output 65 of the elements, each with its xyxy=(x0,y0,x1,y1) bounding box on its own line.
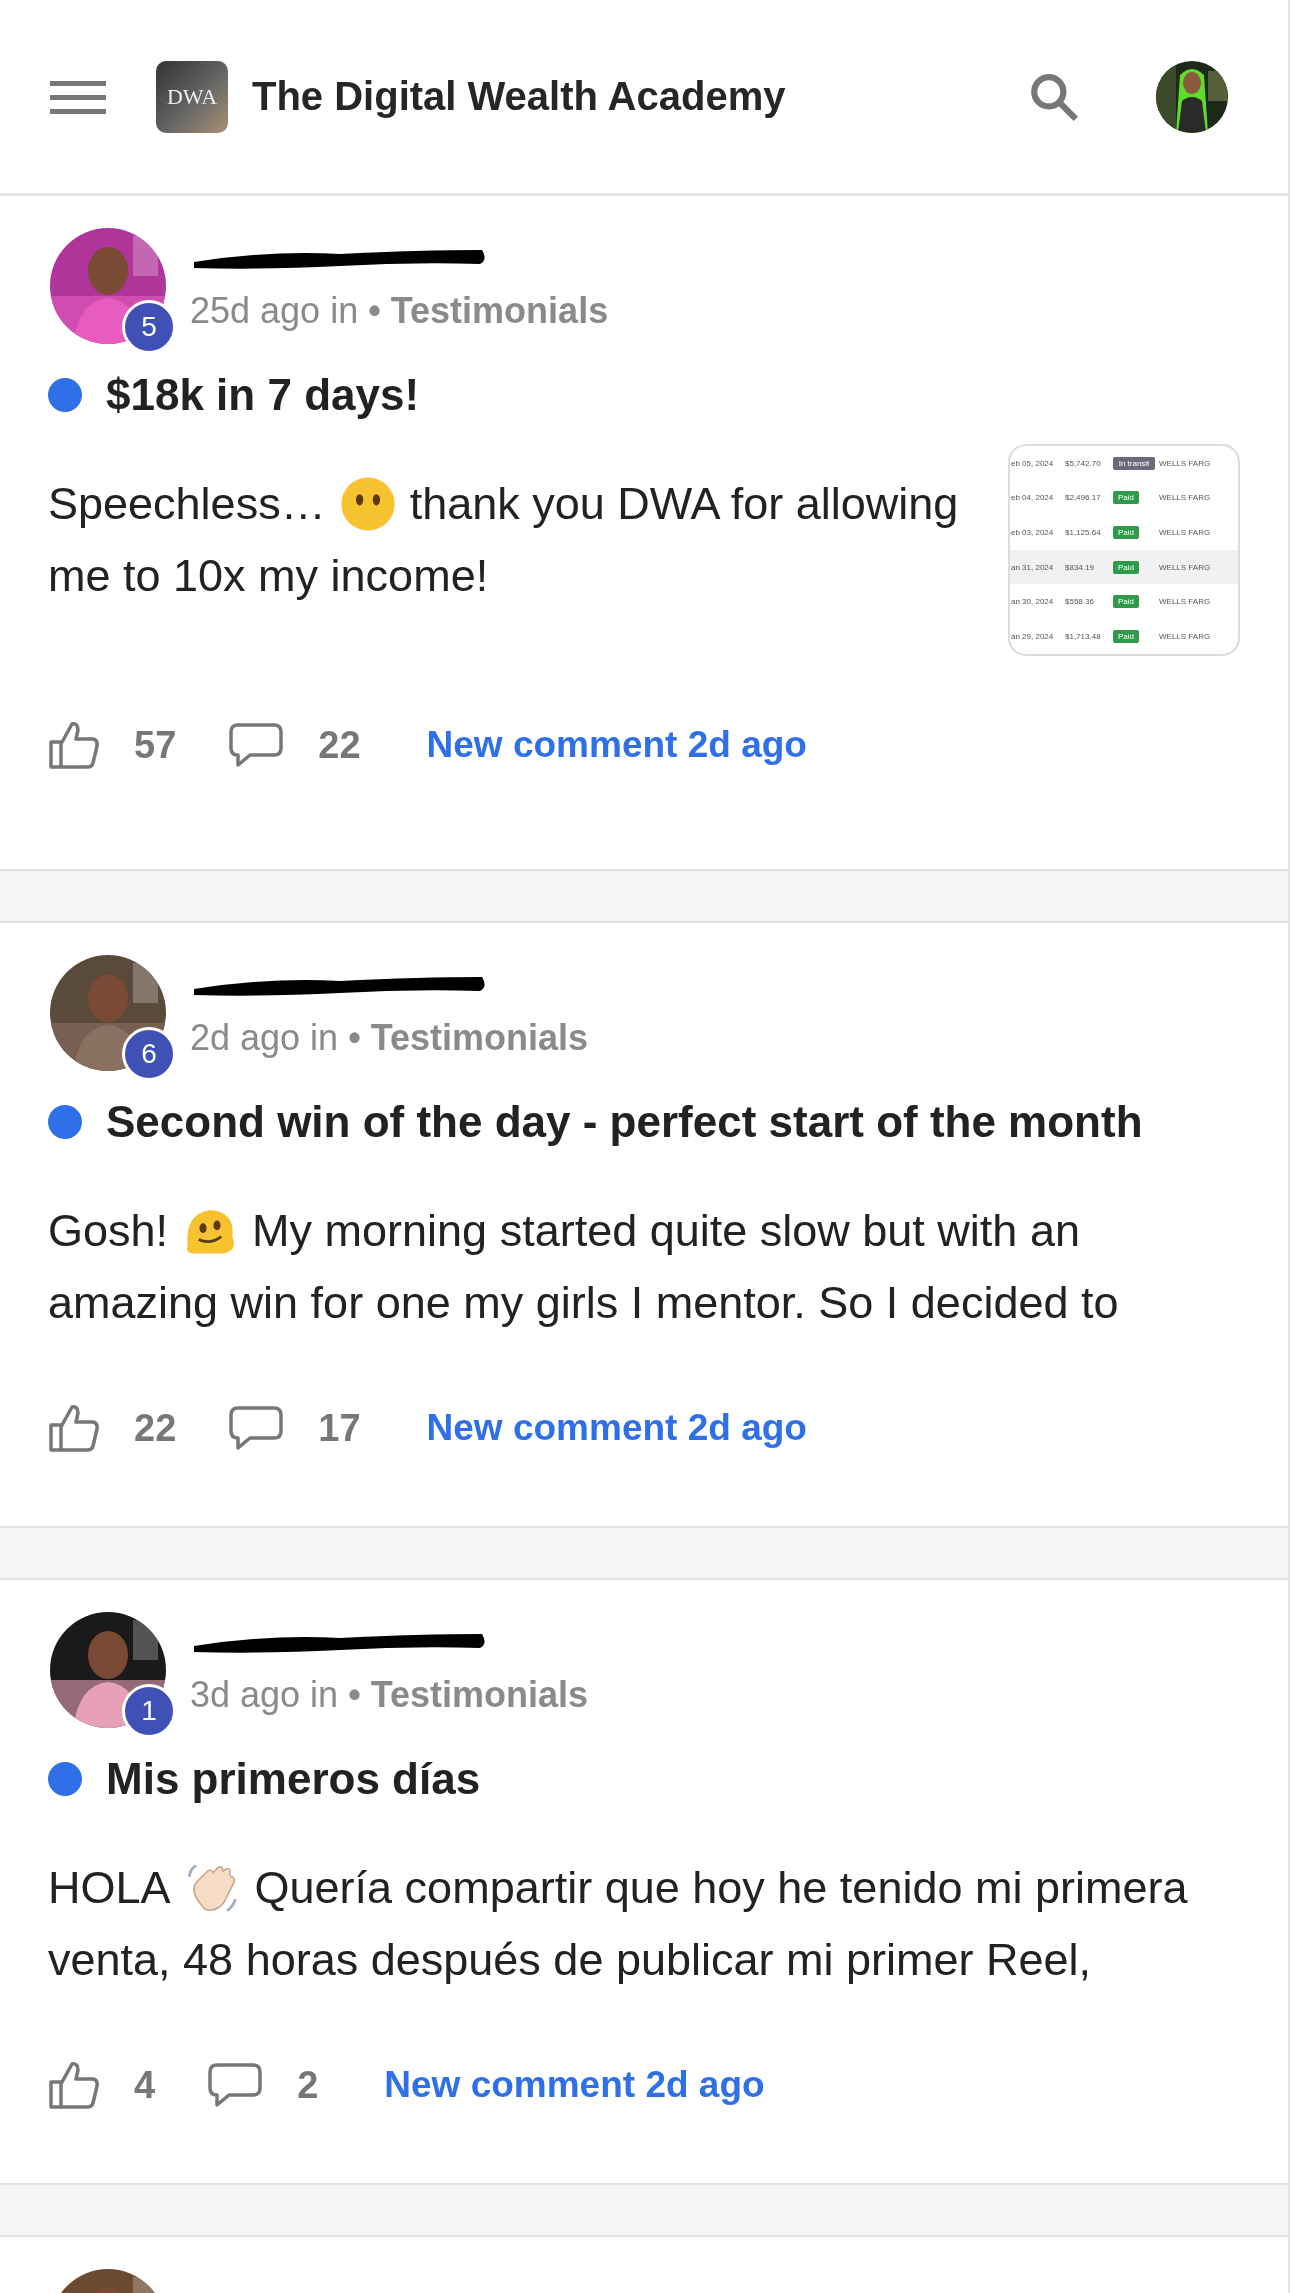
table-cell: WELLS FARG xyxy=(1159,528,1211,538)
like-count: 4 xyxy=(134,2063,156,2107)
like-count: 22 xyxy=(134,1406,177,1450)
thumbnail[interactable] xyxy=(1008,444,1240,656)
level-badge: 6 xyxy=(122,1027,176,1081)
comment-icon[interactable] xyxy=(228,722,285,768)
table-cell-text: eb 03, 2024 xyxy=(1011,528,1055,538)
level-badge: 1 xyxy=(122,1684,176,1738)
table-cell: WELLS FARG xyxy=(1159,632,1211,642)
table-cell-text: $5,742.70 xyxy=(1065,458,1102,468)
status-badge: Paid xyxy=(1113,595,1139,609)
comment-count: 22 xyxy=(318,723,361,767)
comment-icon[interactable] xyxy=(207,2062,264,2108)
comment-count: 17 xyxy=(318,1406,361,1450)
post-time: 3d ago in xyxy=(190,1674,339,1716)
table-cell-text: eb 05, 2024 xyxy=(1011,458,1055,468)
table-cell: WELLS FARG xyxy=(1159,597,1211,607)
post-text: thank you DWA for allowing xyxy=(409,477,959,531)
post-card[interactable]: 1 3d ago in • Testimonials Mis primeros días HOLA Quería compartir que hoy he tenido mi primera venta, 48 horas después de publicar mi primer Reel, 4 2 New comment 2d ago xyxy=(0,1580,1288,2183)
post-text: venta, 48 horas después de publicar mi primer Reel, xyxy=(48,1933,1092,1987)
comment-icon[interactable] xyxy=(228,1405,285,1451)
post-title[interactable]: $18k in 7 days! xyxy=(106,370,420,420)
status-badge: Paid xyxy=(1113,526,1139,540)
table-cell-text: an 30, 2024 xyxy=(1011,597,1055,607)
post-time: 2d ago in xyxy=(190,1017,339,1059)
post-title[interactable]: Mis primeros días xyxy=(106,1754,481,1804)
status-badge: Paid xyxy=(1113,491,1139,505)
post-time: 25d ago in xyxy=(190,290,359,332)
new-comment-link[interactable]: New comment 2d ago xyxy=(426,1407,807,1449)
table-cell-text: $1,713.48 xyxy=(1065,632,1102,642)
like-icon[interactable] xyxy=(48,1403,100,1453)
status-badge: In transit xyxy=(1113,456,1155,470)
comment-count: 2 xyxy=(297,2063,319,2107)
like-icon[interactable] xyxy=(48,720,100,770)
table-cell-text: $834.19 xyxy=(1065,562,1095,572)
post-text: me to 10x my income! xyxy=(48,549,489,603)
post-text: My morning started quite slow but with an xyxy=(252,1204,1080,1258)
post-text: Quería compartir que hoy he tenido mi primera xyxy=(254,1861,1188,1915)
level-badge: 5 xyxy=(122,300,176,354)
table-cell: WELLS FARG xyxy=(1159,562,1211,572)
category-link[interactable]: • Testimonials xyxy=(368,290,609,332)
table-cell-text: eb 04, 2024 xyxy=(1011,493,1055,503)
table-cell: WELLS FARG xyxy=(1159,458,1211,468)
new-comment-link[interactable]: New comment 2d ago xyxy=(426,724,807,766)
post-title[interactable]: Second win of the day - perfect start of the month xyxy=(106,1097,1143,1147)
category-link[interactable]: • Testimonials xyxy=(348,1674,589,1716)
table-cell: WELLS FARG xyxy=(1159,493,1211,503)
table-cell-text: $558.36 xyxy=(1065,597,1095,607)
new-comment-link[interactable]: New comment 2d ago xyxy=(384,2064,765,2106)
post-text: HOLA xyxy=(48,1861,171,1915)
category-link[interactable]: • Testimonials xyxy=(348,1017,589,1059)
post-text: Speechless… xyxy=(48,477,326,531)
table-cell-text: an 29, 2024 xyxy=(1011,632,1055,642)
group-title[interactable]: The Digital Wealth Academy xyxy=(252,74,786,119)
status-badge: Paid xyxy=(1113,560,1139,574)
table-cell-text: an 31, 2024 xyxy=(1011,562,1055,572)
table-cell-text: $2,496.17 xyxy=(1065,493,1102,503)
face-emoji-icon xyxy=(339,476,396,532)
like-count: 57 xyxy=(134,723,177,767)
post-text: amazing win for one my girls I mentor. So I decided to xyxy=(48,1276,1119,1330)
status-badge: Paid xyxy=(1113,630,1139,644)
like-icon[interactable] xyxy=(48,2060,100,2110)
post-text: Gosh! xyxy=(48,1204,169,1258)
logo[interactable]: DWA xyxy=(156,60,228,133)
table-cell-text: $1,125.64 xyxy=(1065,528,1102,538)
